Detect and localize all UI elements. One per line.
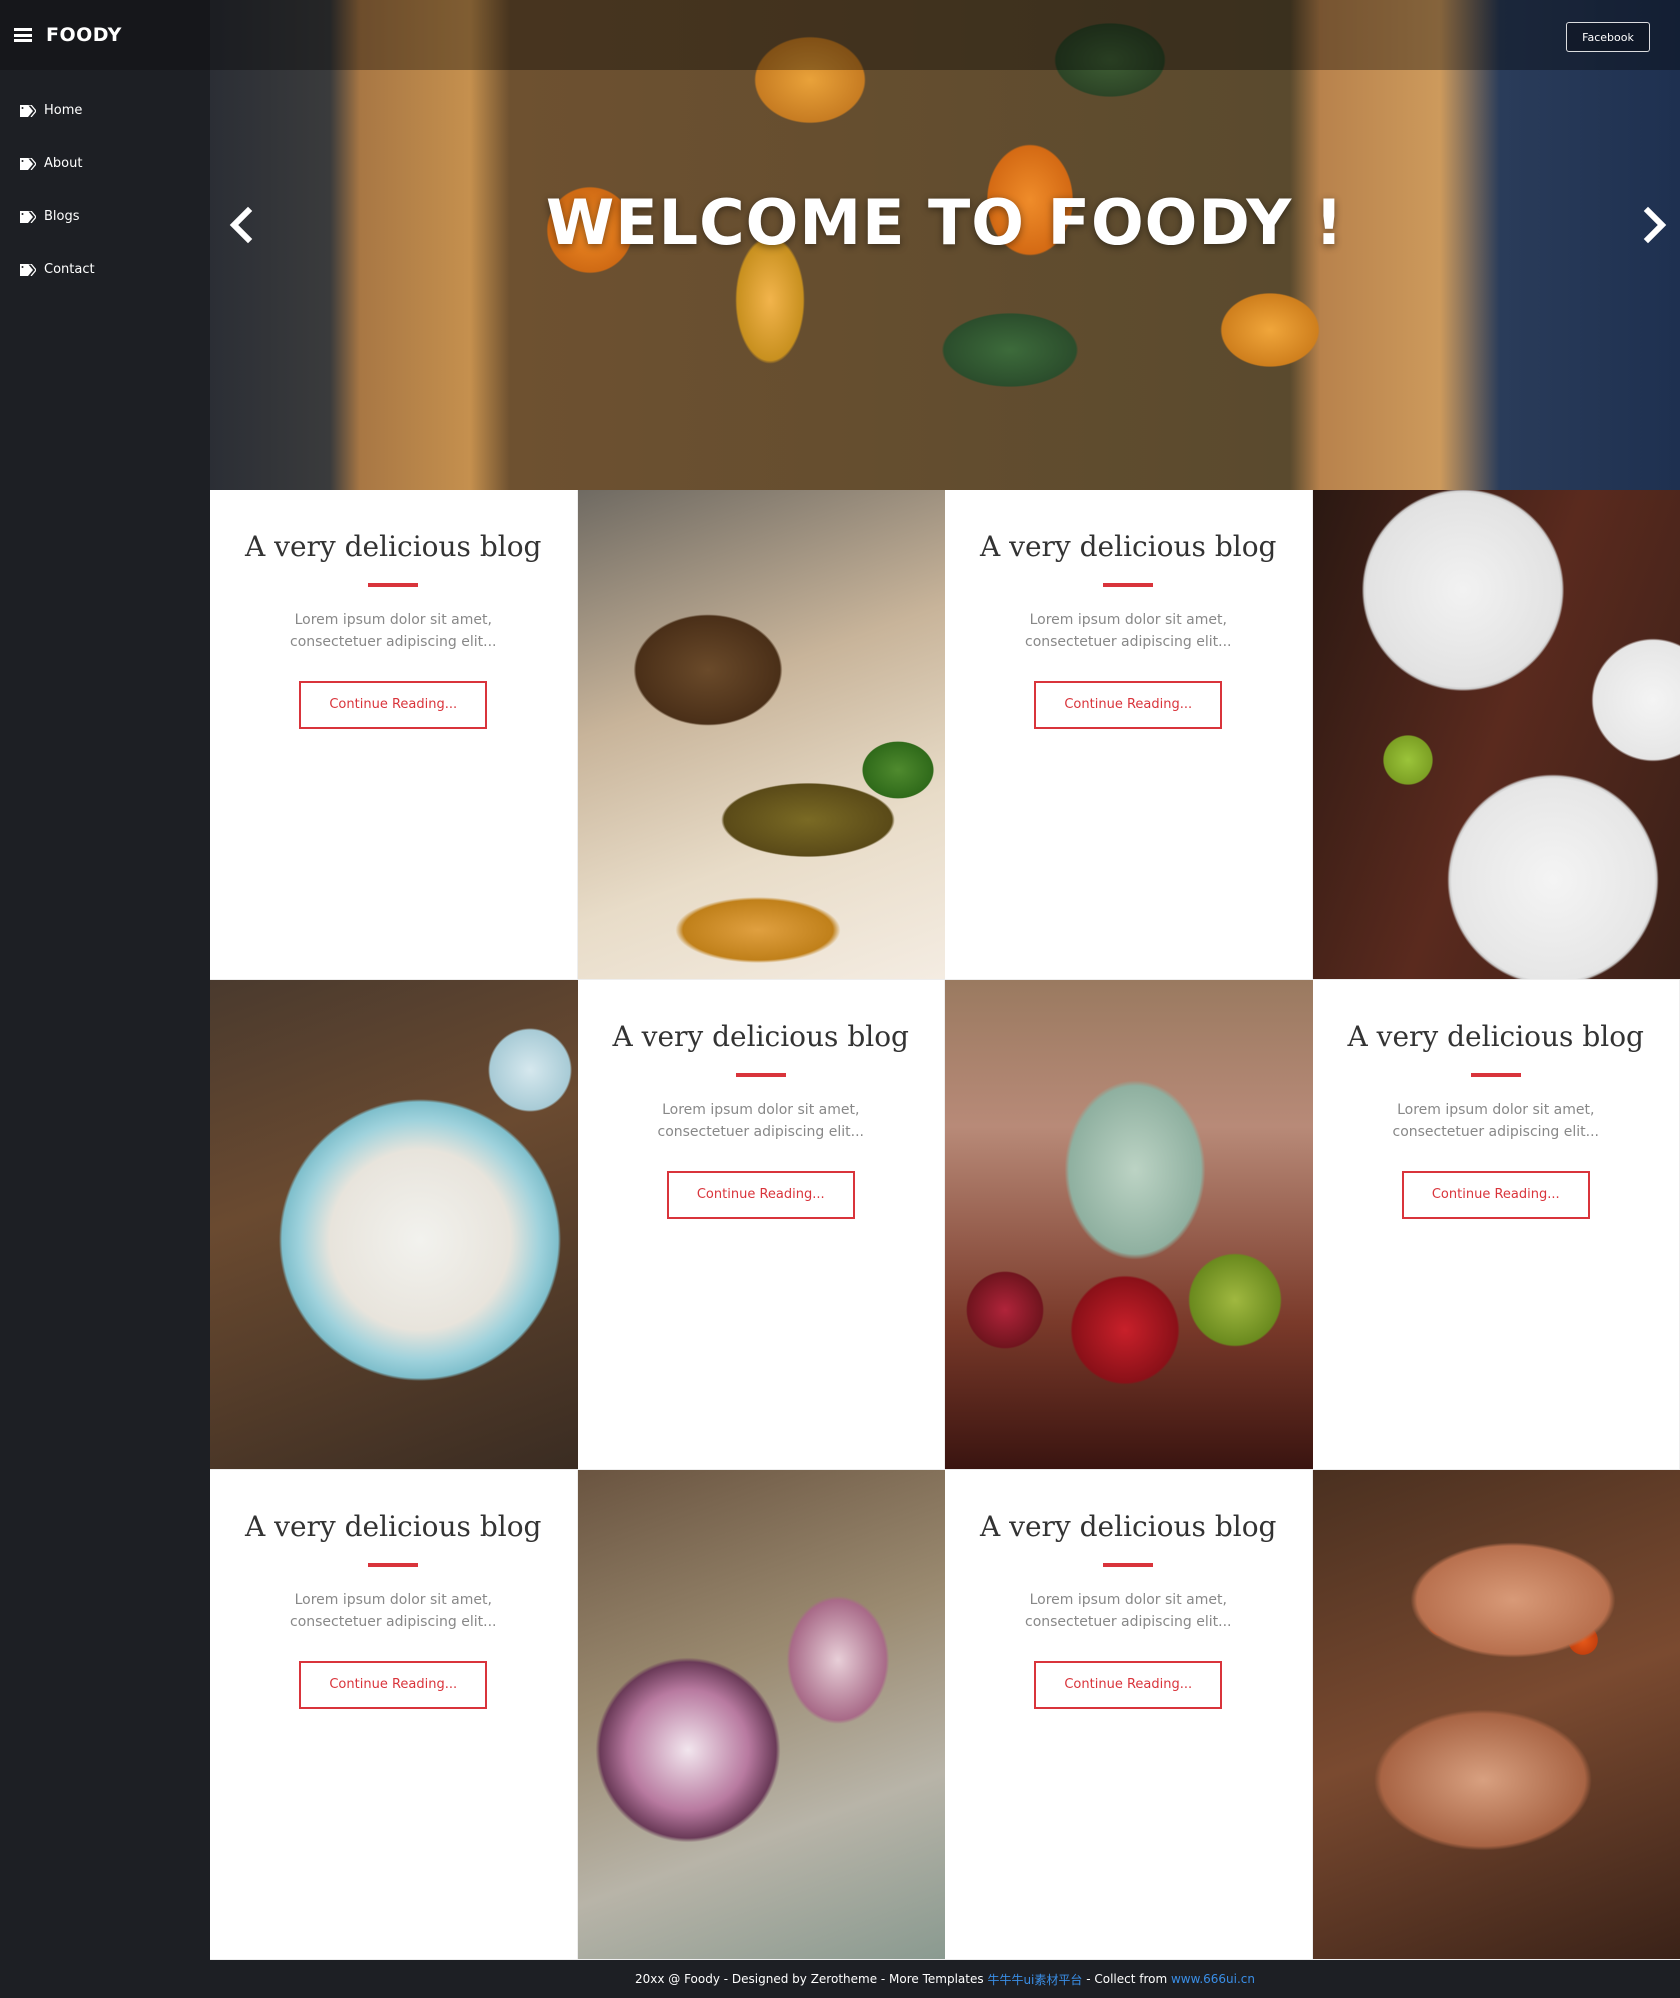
blog-card: A very delicious blog Lorem ipsum dolor … [945, 1470, 1313, 1960]
title-divider [368, 583, 419, 587]
blog-card: A very delicious blog Lorem ipsum dolor … [210, 1470, 578, 1960]
blog-title[interactable]: A very delicious blog [210, 530, 577, 563]
blog-excerpt: Lorem ipsum dolor sit amet, consectetuer… [290, 1592, 497, 1630]
food-photo-sushi[interactable] [1312, 490, 1680, 980]
blog-title[interactable]: A very delicious blog [578, 1020, 945, 1053]
chevron-left-icon[interactable] [226, 205, 256, 245]
tag-icon [20, 210, 36, 223]
blog-card: A very delicious blog Lorem ipsum dolor … [945, 490, 1313, 980]
blog-excerpt: Lorem ipsum dolor sit amet, consectetuer… [657, 1102, 864, 1140]
nav-item-blogs[interactable]: Blogs [0, 190, 210, 243]
footer-collect-text: - Collect from [1082, 1972, 1171, 1986]
title-divider [1103, 1563, 1154, 1567]
blog-card: A very delicious blog Lorem ipsum dolor … [1312, 980, 1680, 1470]
title-divider [1103, 583, 1154, 587]
tag-icon [20, 157, 36, 170]
title-divider [368, 1563, 419, 1567]
footer-credits: 20xx @ Foody - Designed by Zerotheme - M… [634, 1972, 988, 1986]
nav-item-home[interactable]: Home [0, 84, 210, 137]
hamburger-icon[interactable] [14, 28, 32, 42]
main-nav: Home About Blogs Contact [0, 70, 210, 296]
nav-item-about[interactable]: About [0, 137, 210, 190]
blog-title[interactable]: A very delicious blog [945, 530, 1312, 563]
food-photo-pomegranate[interactable] [945, 980, 1313, 1470]
hero-topbar: Facebook [210, 0, 1680, 70]
food-photo-eggs[interactable] [210, 980, 578, 1470]
footer: 20xx @ Foody - Designed by Zerotheme - M… [210, 1960, 1680, 1998]
footer-collect-link[interactable]: www.666ui.cn [1171, 1972, 1255, 1986]
brand-logo[interactable]: FOODY [46, 24, 122, 46]
continue-reading-button[interactable]: Continue Reading... [1034, 681, 1223, 729]
food-photo-garlic[interactable] [577, 1470, 945, 1960]
nav-label: Blogs [44, 209, 80, 224]
nav-label: Home [44, 103, 83, 118]
hero-slider: Facebook WELCOME TO FOODY ! [210, 0, 1680, 490]
brand-bar: FOODY [0, 0, 210, 70]
blog-excerpt: Lorem ipsum dolor sit amet, consectetuer… [1025, 612, 1232, 650]
sidebar: FOODY Home About Blogs Contact [0, 0, 210, 1998]
continue-reading-button[interactable]: Continue Reading... [666, 1171, 855, 1219]
blog-card: A very delicious blog Lorem ipsum dolor … [210, 490, 578, 980]
blog-title[interactable]: A very delicious blog [945, 1510, 1312, 1543]
nav-item-contact[interactable]: Contact [0, 243, 210, 296]
blog-title[interactable]: A very delicious blog [1313, 1020, 1680, 1053]
blog-title[interactable]: A very delicious blog [210, 1510, 577, 1543]
tag-icon [20, 263, 36, 276]
nav-label: About [44, 156, 83, 171]
chevron-right-icon[interactable] [1640, 205, 1670, 245]
blog-excerpt: Lorem ipsum dolor sit amet, consectetuer… [1392, 1102, 1599, 1140]
food-photo-chicken[interactable] [1312, 1470, 1680, 1960]
continue-reading-button[interactable]: Continue Reading... [299, 681, 488, 729]
facebook-button[interactable]: Facebook [1566, 22, 1650, 52]
continue-reading-button[interactable]: Continue Reading... [1401, 1171, 1590, 1219]
blog-excerpt: Lorem ipsum dolor sit amet, consectetuer… [290, 612, 497, 650]
blog-card: A very delicious blog Lorem ipsum dolor … [577, 980, 945, 1470]
nav-label: Contact [44, 262, 95, 277]
tag-icon [20, 104, 36, 117]
continue-reading-button[interactable]: Continue Reading... [299, 1661, 488, 1709]
title-divider [1470, 1073, 1521, 1077]
title-divider [735, 1073, 786, 1077]
continue-reading-button[interactable]: Continue Reading... [1034, 1661, 1223, 1709]
blog-grid: A very delicious blog Lorem ipsum dolor … [210, 490, 1680, 1960]
food-photo-steak[interactable] [577, 490, 945, 980]
blog-excerpt: Lorem ipsum dolor sit amet, consectetuer… [1025, 1592, 1232, 1630]
footer-templates-link[interactable]: 牛牛牛ui素材平台 [987, 1971, 1082, 1988]
hero-title: WELCOME TO FOODY ! [545, 186, 1345, 259]
